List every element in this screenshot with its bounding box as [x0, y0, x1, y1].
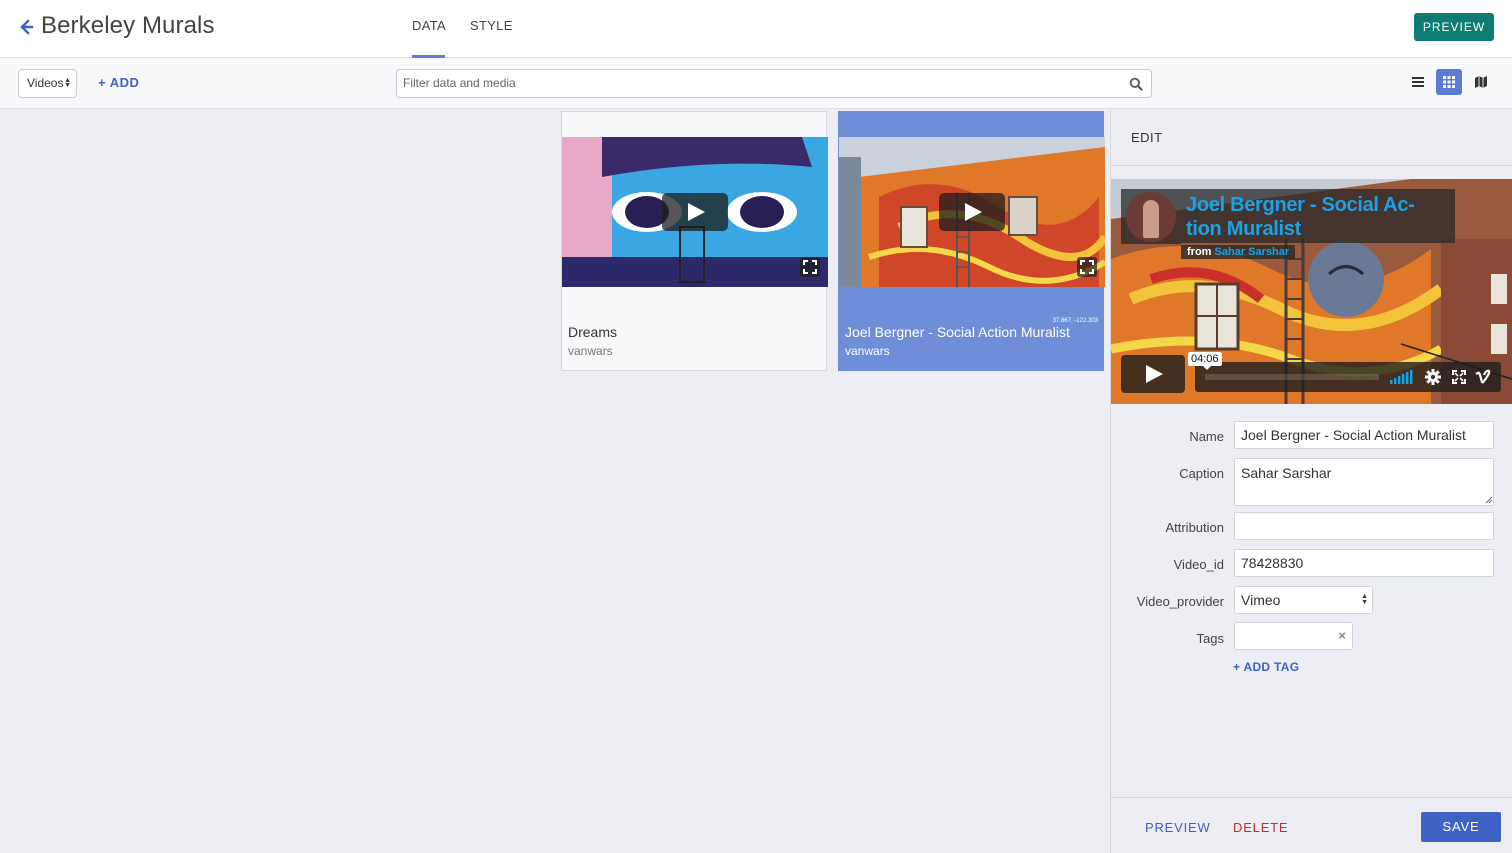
attribution-field[interactable] — [1234, 512, 1494, 540]
footer-preview-button[interactable]: PREVIEW — [1145, 820, 1211, 835]
search-icon[interactable] — [1129, 77, 1143, 91]
caption-field[interactable]: Sahar Sarshar — [1234, 458, 1494, 506]
grid-icon — [1443, 76, 1455, 88]
card-owner: vanwars — [845, 344, 890, 358]
author-name[interactable]: Sahar Sarshar — [1215, 246, 1290, 258]
fullscreen-button[interactable] — [1077, 257, 1097, 277]
back-arrow-icon[interactable] — [18, 18, 34, 36]
video-provider-select[interactable]: Vimeo ▲ ▼ — [1234, 586, 1373, 614]
attribution-label: Attribution — [1165, 520, 1224, 535]
search-input[interactable] — [403, 76, 1103, 90]
video-time-tooltip: 04:06 — [1188, 352, 1222, 370]
tab-style[interactable]: STYLE — [470, 18, 513, 58]
list-view-button[interactable] — [1405, 69, 1431, 95]
delete-button[interactable]: DELETE — [1233, 820, 1288, 835]
select-arrows-icon: ▲ ▼ — [1361, 593, 1368, 606]
tags-input[interactable]: × — [1234, 622, 1353, 650]
edit-footer: PREVIEW DELETE SAVE — [1111, 797, 1512, 853]
video-provider-value: Vimeo — [1241, 592, 1281, 608]
add-button[interactable]: + ADD — [98, 75, 139, 90]
volume-icon[interactable] — [1390, 369, 1414, 385]
add-label: ADD — [109, 75, 140, 90]
media-type-select[interactable]: Videos ▲ ▼ — [18, 69, 77, 98]
video-title-overlay[interactable]: Joel Bergner - Social Ac- tion Muralist — [1181, 189, 1455, 243]
edit-panel: EDIT Joel Bergner - Social Ac- tion Mura… — [1110, 110, 1512, 853]
video-title: Joel Bergner - Social Ac- tion Muralist — [1186, 194, 1415, 240]
tab-data[interactable]: DATA — [412, 18, 446, 58]
video-controls-bar — [1195, 362, 1501, 392]
fullscreen-icon — [1080, 260, 1094, 274]
video-thumbnail[interactable] — [562, 137, 828, 287]
plus-icon: + — [98, 75, 110, 90]
card-title: Dreams — [568, 324, 618, 340]
name-label: Name — [1189, 429, 1224, 444]
map-icon — [1475, 76, 1487, 88]
clear-tag-icon[interactable]: × — [1338, 628, 1346, 643]
edit-panel-title: EDIT — [1131, 130, 1163, 145]
tags-label: Tags — [1196, 631, 1224, 646]
video-play-button[interactable] — [1121, 355, 1185, 393]
list-icon — [1412, 77, 1424, 87]
video-author[interactable]: from Sahar Sarshar — [1181, 245, 1296, 259]
search-bar — [396, 69, 1152, 98]
preview-button[interactable]: PREVIEW — [1414, 13, 1494, 41]
fullscreen-button[interactable] — [800, 257, 820, 277]
plus-icon: + — [1233, 660, 1244, 674]
fullscreen-icon — [803, 260, 817, 274]
video-id-label: Video_id — [1173, 557, 1224, 572]
media-card[interactable]: Dreams vanwars — [561, 111, 828, 371]
top-header: Berkeley Murals DATA STYLE PREVIEW — [0, 0, 1512, 58]
author-prefix: from — [1187, 246, 1212, 258]
video-player[interactable]: Joel Bergner - Social Ac- tion Muralist … — [1111, 179, 1512, 404]
resize-grip-icon[interactable] — [1485, 496, 1493, 504]
play-button[interactable] — [662, 193, 728, 231]
select-arrows-icon: ▲ ▼ — [64, 77, 71, 89]
play-button[interactable] — [939, 193, 1005, 231]
fullscreen-icon[interactable] — [1451, 369, 1467, 385]
card-title: Joel Bergner - Social Action Muralist — [845, 324, 1070, 340]
uploader-avatar[interactable] — [1121, 189, 1181, 244]
map-view-button[interactable] — [1468, 69, 1494, 95]
caption-label: Caption — [1179, 466, 1224, 481]
add-tag-button[interactable]: + ADD TAG — [1233, 660, 1299, 674]
media-card-selected[interactable]: 37.867, -122.303 Joel Bergner - Social A… — [838, 111, 1105, 371]
video-id-field[interactable] — [1234, 549, 1494, 577]
name-field[interactable] — [1234, 421, 1494, 449]
page-title: Berkeley Murals — [41, 12, 215, 39]
video-provider-label: Video_provider — [1136, 594, 1224, 609]
toolbar: Videos ▲ ▼ + ADD — [0, 58, 1512, 109]
divider — [1111, 165, 1512, 166]
add-tag-label: ADD TAG — [1243, 660, 1300, 674]
video-progress-bar[interactable] — [1205, 374, 1379, 380]
settings-gear-icon[interactable] — [1425, 369, 1441, 385]
card-owner: vanwars — [568, 344, 613, 358]
grid-view-button[interactable] — [1436, 69, 1462, 95]
avatar-image — [1126, 192, 1176, 242]
save-button[interactable]: SAVE — [1421, 812, 1501, 842]
video-thumbnail[interactable] — [839, 137, 1105, 287]
media-type-value: Videos — [27, 76, 64, 90]
vimeo-logo-icon[interactable] — [1475, 369, 1491, 385]
